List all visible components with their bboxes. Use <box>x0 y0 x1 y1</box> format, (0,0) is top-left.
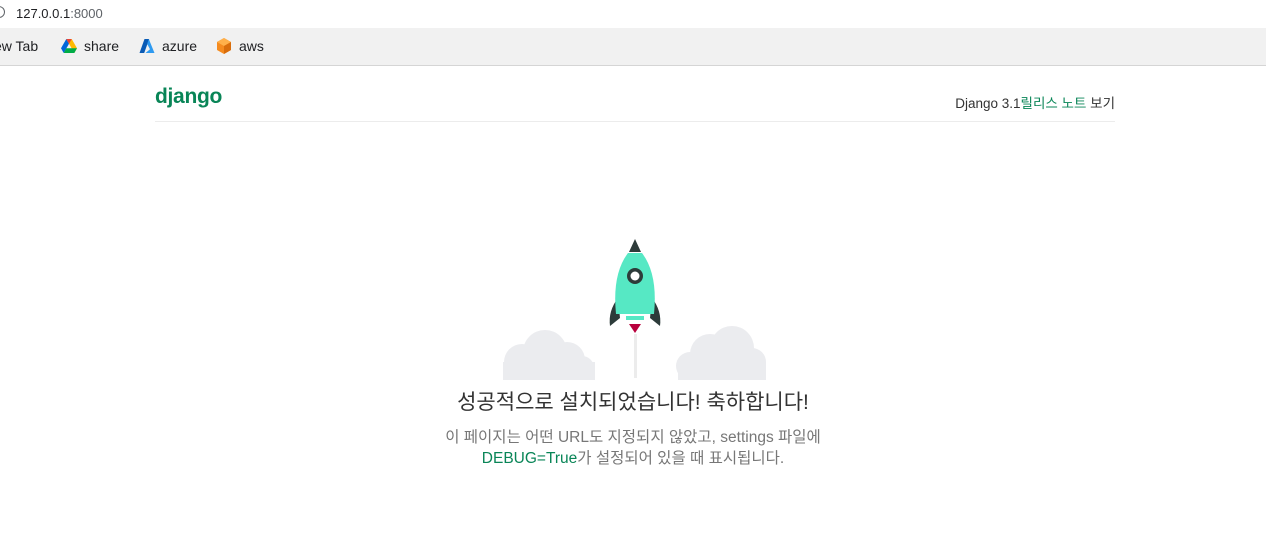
azure-icon <box>139 39 155 53</box>
subtitle-line-1: 이 페이지는 어떤 URL도 지정되지 않았고, settings 파일에 <box>445 429 821 446</box>
bookmark-share[interactable]: share <box>61 38 119 54</box>
bookmark-label: share <box>84 38 120 54</box>
success-title: 성공적으로 설치되었습니다! 축하합니다! <box>457 391 809 414</box>
bookmark-label: ew Tab <box>0 38 39 54</box>
aws-icon <box>217 38 231 54</box>
release-version: Django 3.1 <box>955 96 1021 111</box>
success-subtitle: 이 페이지는 어떤 URL도 지정되지 않았고, settings 파일에 DE… <box>0 427 1266 469</box>
release-notes-link[interactable]: 릴리스 노트 <box>1021 96 1087 111</box>
bookmark-aws[interactable]: aws <box>216 38 264 54</box>
address-bar[interactable]: 127.0.0.1:8000 <box>0 0 1266 28</box>
rocket-illustration <box>500 236 768 384</box>
release-suffix: 보기 <box>1086 96 1115 111</box>
bookmarks-bar: ew Tab share azure aws <box>0 28 1266 66</box>
exhaust-trail <box>634 334 637 378</box>
page-header: django Django 3.1릴리스 노트 보기 <box>155 82 1115 122</box>
bookmark-azure[interactable]: azure <box>139 38 197 54</box>
rocket-icon <box>609 239 661 333</box>
info-icon[interactable] <box>0 6 5 18</box>
bookmark-label: azure <box>162 38 198 54</box>
debug-setting: DEBUG=True <box>481 450 578 467</box>
bookmark-new-tab[interactable]: ew Tab <box>0 38 38 54</box>
bookmark-label: aws <box>239 38 264 54</box>
django-logo[interactable]: django <box>155 85 222 109</box>
release-notes: Django 3.1릴리스 노트 보기 <box>955 92 1115 112</box>
url-text[interactable]: 127.0.0.1:8000 <box>16 6 103 21</box>
google-drive-icon <box>61 39 77 53</box>
subtitle-line-2: 가 설정되어 있을 때 표시됩니다. <box>577 450 785 467</box>
